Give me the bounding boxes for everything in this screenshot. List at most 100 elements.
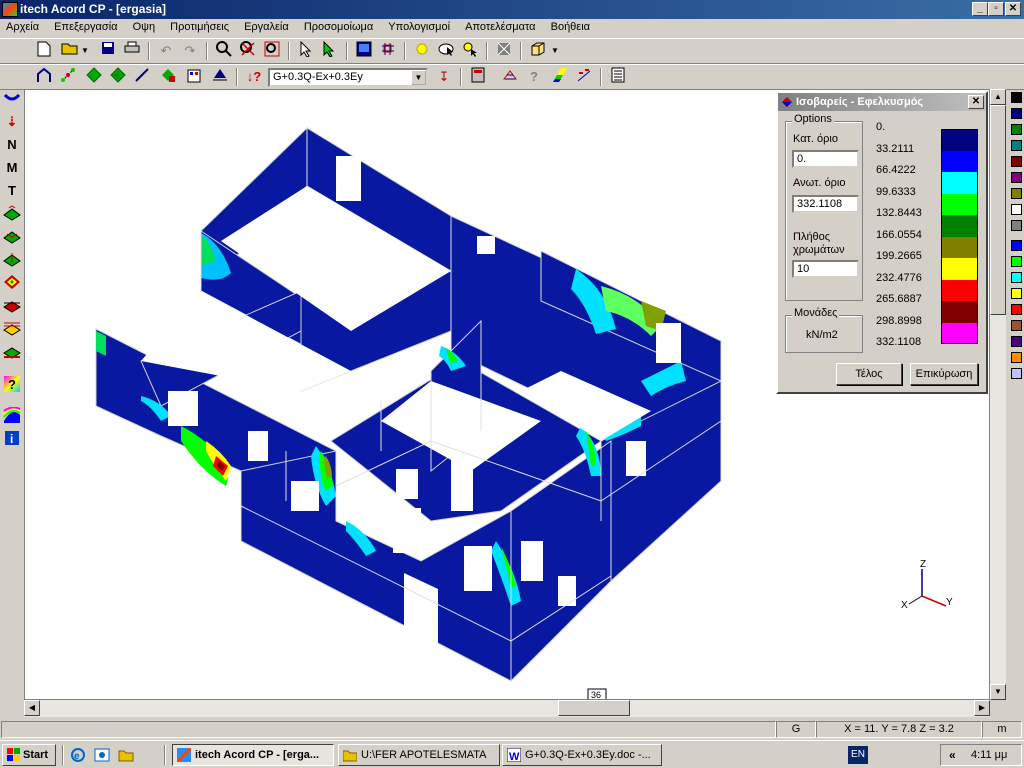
palette-swatch[interactable] <box>1011 204 1022 215</box>
palette-swatch[interactable] <box>1011 124 1022 135</box>
zoom-icon[interactable] <box>214 41 234 61</box>
palette-swatch[interactable] <box>1011 256 1022 267</box>
box-dropdown-icon[interactable]: ▼ <box>550 41 560 61</box>
select-arrow-icon[interactable] <box>296 40 316 61</box>
contour-results-icon[interactable] <box>550 67 570 87</box>
grid-select-icon[interactable] <box>378 41 398 61</box>
moment-m-button[interactable]: M <box>3 159 21 177</box>
palette-swatch[interactable] <box>1011 320 1022 331</box>
zoom-extents-icon[interactable] <box>262 41 282 61</box>
menu-results[interactable]: Αποτελέσματα <box>459 19 541 33</box>
layer-5-icon[interactable] <box>3 297 21 315</box>
layer-3-icon[interactable] <box>3 251 21 269</box>
palette-swatch[interactable] <box>1011 140 1022 151</box>
apply-button[interactable]: Επικύρωση <box>910 363 978 385</box>
redo-icon[interactable]: ↷ <box>180 41 200 61</box>
nodes-icon[interactable] <box>58 67 78 87</box>
browser-icon[interactable]: e <box>70 747 86 763</box>
task-acord[interactable]: itech Acord CP - [erga... <box>172 744 334 766</box>
shade-icon[interactable] <box>494 41 514 61</box>
info-icon[interactable]: i <box>3 430 21 448</box>
palette-swatch[interactable] <box>1011 336 1022 347</box>
help-query-icon[interactable]: ? <box>524 67 544 87</box>
surface-load-icon[interactable] <box>158 67 178 87</box>
layer-6-icon[interactable] <box>3 320 21 338</box>
palette-swatch[interactable] <box>1011 288 1022 299</box>
support-icon[interactable] <box>210 67 230 87</box>
diamond-grid-icon[interactable] <box>108 67 128 87</box>
diamond-icon[interactable] <box>84 67 104 87</box>
palette-swatch[interactable] <box>1011 272 1022 283</box>
palette-swatch[interactable] <box>1011 92 1022 103</box>
report-icon[interactable] <box>608 67 628 87</box>
color-count-input[interactable]: 10 <box>792 260 859 278</box>
scroll-down-icon[interactable]: ▼ <box>990 684 1006 700</box>
zoom-window-icon[interactable] <box>238 41 258 61</box>
palette-swatch[interactable] <box>1011 368 1022 379</box>
vertical-scrollbar[interactable]: ▲ ▼ <box>990 89 1006 700</box>
undo-icon[interactable]: ↶ <box>156 41 176 61</box>
menu-preferences[interactable]: Προτιμήσεις <box>164 19 235 33</box>
palette-swatch[interactable] <box>1011 352 1022 363</box>
task-folder[interactable]: U:\FER APOTELESMATA <box>338 744 500 766</box>
contour-icon[interactable] <box>3 406 21 425</box>
layer-1-icon[interactable] <box>3 205 21 223</box>
box-3d-icon[interactable] <box>528 41 548 61</box>
light-cursor-icon[interactable] <box>436 41 456 61</box>
restore-button[interactable]: ▫ <box>988 2 1004 16</box>
scroll-left-icon[interactable]: ◀ <box>24 700 40 716</box>
pointer-cursor-icon[interactable] <box>460 41 480 61</box>
palette-swatch[interactable] <box>1011 220 1022 231</box>
tray-expand-chevron-icon[interactable]: « <box>949 748 956 762</box>
horizontal-scroll-thumb[interactable] <box>558 700 630 716</box>
shear-t-button[interactable]: T <box>3 182 21 200</box>
palette-swatch[interactable] <box>1011 188 1022 199</box>
scroll-right-icon[interactable]: ▶ <box>974 700 990 716</box>
frame-icon[interactable] <box>34 67 54 87</box>
mesh-icon[interactable] <box>500 67 520 87</box>
vertical-scroll-thumb[interactable] <box>990 105 1006 315</box>
start-button[interactable]: Start <box>2 744 56 766</box>
task-word[interactable]: W G+0.3Q-Ex+0.3Ey.doc -... <box>502 744 662 766</box>
horizontal-scrollbar[interactable]: ◀ ▶ <box>24 700 990 717</box>
chevron-down-icon[interactable]: ▼ <box>411 70 426 85</box>
lower-limit-input[interactable]: 0. <box>792 150 859 168</box>
folder-quick-icon[interactable] <box>118 747 134 763</box>
layer-4-icon[interactable] <box>3 274 21 292</box>
palette-swatch[interactable] <box>1011 108 1022 119</box>
language-indicator[interactable]: EN <box>848 746 868 764</box>
open-folder-icon[interactable] <box>60 41 80 61</box>
menu-model[interactable]: Προσομοίωμα <box>298 19 379 33</box>
close-dialog-button[interactable]: Τέλος <box>836 363 902 385</box>
load-arrow-icon[interactable]: ↧ <box>434 67 454 87</box>
menu-tools[interactable]: Εργαλεία <box>238 19 295 33</box>
deformed-icon[interactable] <box>3 91 21 109</box>
light-icon[interactable] <box>412 41 432 61</box>
building-icon[interactable] <box>184 67 204 87</box>
load-arrow-left-icon[interactable]: ⇣ <box>3 113 21 131</box>
dialog-close-icon[interactable]: ✕ <box>968 95 984 109</box>
menu-calculations[interactable]: Υπολογισμοί <box>382 19 456 33</box>
palette-swatch[interactable] <box>1011 240 1022 251</box>
axial-force-n-button[interactable]: N <box>3 136 21 154</box>
scroll-up-icon[interactable]: ▲ <box>990 89 1006 105</box>
menu-edit[interactable]: Επεξεργασία <box>48 19 123 33</box>
menu-file[interactable]: Αρχεία <box>0 19 45 33</box>
minimize-button[interactable]: _ <box>972 2 988 16</box>
calculator-icon[interactable] <box>468 67 488 87</box>
open-dropdown-icon[interactable]: ▼ <box>80 41 90 61</box>
close-button[interactable]: ✕ <box>1005 2 1021 16</box>
save-icon[interactable] <box>98 41 118 61</box>
new-file-icon[interactable] <box>34 41 54 61</box>
layer-2-icon[interactable] <box>3 228 21 246</box>
menu-view[interactable]: Οψη <box>127 19 162 33</box>
menu-help[interactable]: Βοήθεια <box>545 19 596 33</box>
load-combination-select[interactable]: G+0.3Q-Ex+0.3Ey ▼ <box>268 68 428 87</box>
print-icon[interactable] <box>122 41 142 61</box>
palette-swatch[interactable] <box>1011 304 1022 315</box>
monitor-icon[interactable] <box>354 41 374 61</box>
upper-limit-input[interactable]: 332.1108 <box>792 195 859 213</box>
diagram-icon[interactable] <box>574 67 594 87</box>
palette-swatch[interactable] <box>1011 172 1022 183</box>
media-icon[interactable] <box>94 747 110 763</box>
